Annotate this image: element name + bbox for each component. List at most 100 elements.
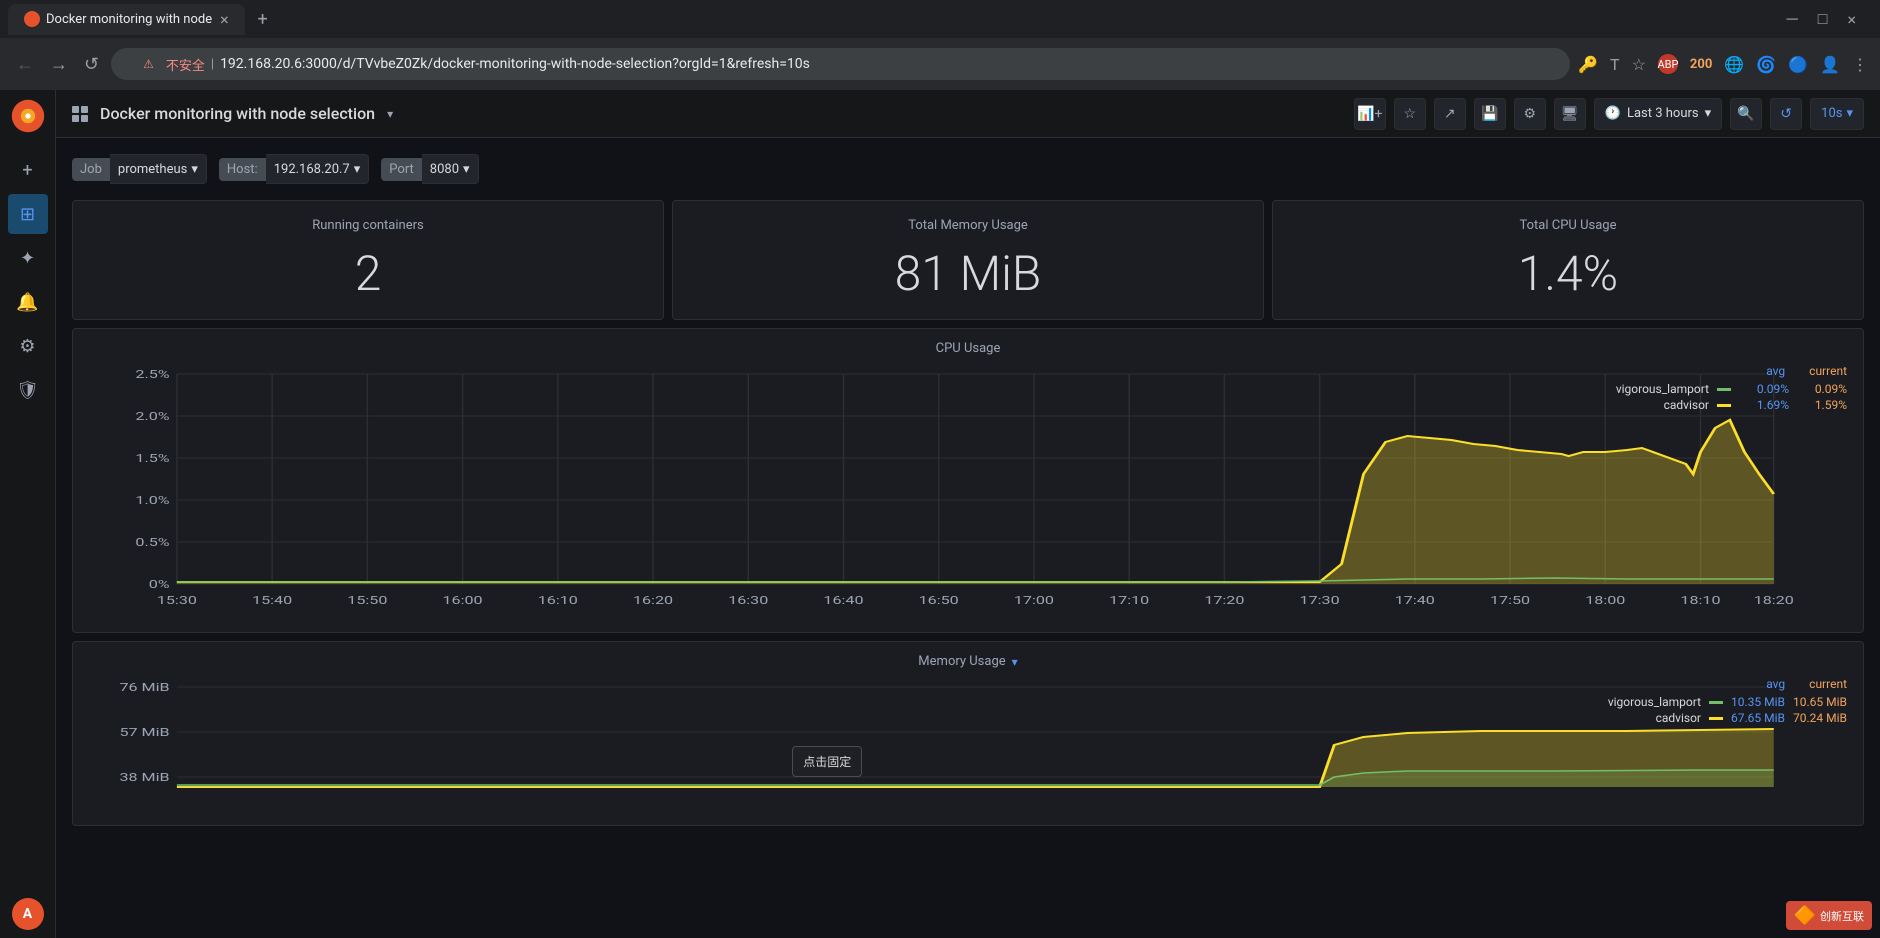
job-select[interactable]: prometheus ▾ xyxy=(110,154,207,184)
shield-icon: 🛡 xyxy=(16,380,39,401)
refresh-icon: ↺ xyxy=(1780,106,1792,122)
bell-icon: 🔔 xyxy=(16,292,38,313)
explore-icon: ✦ xyxy=(20,248,35,269)
add-panel-icon: 📊+ xyxy=(1357,106,1382,122)
adblock-icon[interactable]: ABP xyxy=(1658,54,1678,74)
cpu-chart-container: 2.5% 2.0% 1.5% 1.0% 0.5% 0% 15:30 15:40 … xyxy=(89,364,1847,624)
memory-legend-avg-cadvisor: 67.65 MiB xyxy=(1731,711,1785,725)
settings-button[interactable]: ⚙ xyxy=(1514,98,1546,130)
legend-avg-vigorous: 0.09% xyxy=(1739,382,1789,396)
extension-icon-2[interactable]: 🌀 xyxy=(1756,55,1776,74)
reload-button[interactable]: ↺ xyxy=(80,50,103,79)
grafana-app: + ⊞ ✦ 🔔 ⚙ 🛡 A xyxy=(0,90,1880,938)
svg-text:16:30: 16:30 xyxy=(728,594,768,607)
cpu-usage-panel: Total CPU Usage 1.4% xyxy=(1272,200,1864,320)
svg-text:1.5%: 1.5% xyxy=(135,452,169,465)
svg-text:17:20: 17:20 xyxy=(1204,594,1244,607)
search-button[interactable]: 🔍 xyxy=(1730,98,1762,130)
memory-legend-row-cadvisor: cadvisor 67.65 MiB 70.24 MiB xyxy=(1581,711,1847,725)
variable-bar: Job prometheus ▾ Host: 192.168.20.7 ▾ Po… xyxy=(72,146,1864,192)
translate-icon[interactable]: T xyxy=(1610,55,1620,74)
sidebar-item-shield[interactable]: 🛡 xyxy=(8,370,48,410)
dashboard-dropdown-arrow[interactable]: ▾ xyxy=(387,107,393,121)
legend-name-cadvisor: cadvisor xyxy=(1589,398,1709,412)
refresh-icon-button[interactable]: ↺ xyxy=(1770,98,1802,130)
grafana-logo[interactable] xyxy=(10,98,46,134)
new-tab-button[interactable]: + xyxy=(249,5,277,33)
svg-text:2.0%: 2.0% xyxy=(135,410,169,423)
extension-icon-3[interactable]: 🔵 xyxy=(1788,55,1808,74)
extension-icon-1[interactable]: 🌐 xyxy=(1724,55,1744,74)
host-dropdown-arrow: ▾ xyxy=(354,162,361,177)
sidebar-item-dashboard[interactable]: ⊞ xyxy=(8,194,48,234)
running-containers-title: Running containers xyxy=(312,218,423,233)
host-select[interactable]: 192.168.20.7 ▾ xyxy=(266,154,370,184)
top-bar-left: Docker monitoring with node selection ▾ xyxy=(72,104,393,123)
cpu-usage-value: 1.4% xyxy=(1518,245,1618,302)
svg-text:0.5%: 0.5% xyxy=(135,536,169,549)
refresh-interval-arrow: ▾ xyxy=(1846,106,1853,121)
password-icon[interactable]: 🔑 xyxy=(1578,55,1598,74)
maximize-button[interactable]: □ xyxy=(1818,9,1828,29)
svg-text:16:50: 16:50 xyxy=(919,594,959,607)
top-bar: Docker monitoring with node selection ▾ … xyxy=(56,90,1880,138)
save-button[interactable]: 💾 xyxy=(1474,98,1506,130)
memory-legend-name-cadvisor: cadvisor xyxy=(1581,711,1701,725)
sidebar-item-add[interactable]: + xyxy=(8,150,48,190)
port-select[interactable]: 8080 ▾ xyxy=(422,154,479,184)
back-button[interactable]: ← xyxy=(12,50,38,79)
svg-text:17:10: 17:10 xyxy=(1109,594,1149,607)
close-button[interactable]: × xyxy=(1847,10,1856,29)
star-icon: ☆ xyxy=(1403,106,1416,122)
memory-legend-header: avg current xyxy=(1581,677,1847,691)
memory-chart-dropdown[interactable]: ▾ xyxy=(1012,655,1018,669)
time-range-label: Last 3 hours xyxy=(1627,106,1699,121)
tab-favicon xyxy=(24,11,40,27)
profile-icon[interactable]: 👤 xyxy=(1820,55,1840,74)
memory-usage-panel: Total Memory Usage 81 MiB xyxy=(672,200,1264,320)
refresh-interval-label: 10s xyxy=(1821,106,1842,121)
svg-text:18:20: 18:20 xyxy=(1754,594,1794,607)
clock-icon: 🕐 xyxy=(1605,106,1621,121)
svg-text:17:40: 17:40 xyxy=(1395,594,1435,607)
monitor-button[interactable]: 🖥 xyxy=(1554,98,1586,130)
cpu-chart-panel: CPU Usage xyxy=(72,328,1864,633)
active-tab[interactable]: Docker monitoring with node × xyxy=(8,4,245,35)
memory-legend-current-label: current xyxy=(1809,677,1847,691)
main-content: Docker monitoring with node selection ▾ … xyxy=(56,90,1880,938)
tab-title: Docker monitoring with node xyxy=(46,12,212,27)
legend-color-vigorous xyxy=(1717,388,1731,391)
sidebar-item-alerting[interactable]: 🔔 xyxy=(8,282,48,322)
svg-text:17:00: 17:00 xyxy=(1014,594,1054,607)
add-panel-button[interactable]: 📊+ xyxy=(1354,98,1386,130)
legend-avg-cadvisor: 1.69% xyxy=(1739,398,1789,412)
bookmark-icon[interactable]: ☆ xyxy=(1632,55,1646,74)
tab-close-button[interactable]: × xyxy=(220,10,229,29)
svg-text:76 MiB: 76 MiB xyxy=(119,681,169,694)
cpu-usage-title: Total CPU Usage xyxy=(1520,218,1617,233)
job-value: prometheus xyxy=(118,162,187,177)
cpu-chart-legend: avg current vigorous_lamport 0.09% 0.09%… xyxy=(1589,364,1847,414)
address-input[interactable]: ⚠ 不安全 | 192.168.20.6:3000/d/TVvbeZ0Zk/do… xyxy=(111,48,1570,80)
top-bar-right: 📊+ ☆ ↗ 💾 ⚙ 🖥 🕐 Las xyxy=(1354,98,1864,130)
user-avatar[interactable]: A xyxy=(12,898,44,930)
dashboard-icon: ⊞ xyxy=(20,204,35,225)
watermark: 🔶 创新互联 xyxy=(1786,901,1872,930)
minimize-button[interactable]: ─ xyxy=(1786,9,1797,29)
job-label: Job xyxy=(72,158,110,181)
menu-icon[interactable]: ⋮ xyxy=(1852,55,1868,74)
svg-text:57 MiB: 57 MiB xyxy=(119,726,169,739)
memory-legend-name-vigorous: vigorous_lamport xyxy=(1581,695,1701,709)
memory-legend-avg-vigorous: 10.35 MiB xyxy=(1731,695,1785,709)
memory-chart-title-row: Memory Usage ▾ xyxy=(89,654,1847,669)
svg-text:1.0%: 1.0% xyxy=(135,494,169,507)
forward-button[interactable]: → xyxy=(46,50,72,79)
time-range-button[interactable]: 🕐 Last 3 hours ▾ xyxy=(1594,98,1722,130)
legend-name-vigorous: vigorous_lamport xyxy=(1589,382,1709,396)
tab-bar: Docker monitoring with node × + ─ □ × xyxy=(0,0,1880,38)
star-button[interactable]: ☆ xyxy=(1394,98,1426,130)
refresh-interval-button[interactable]: 10s ▾ xyxy=(1810,98,1864,130)
share-button[interactable]: ↗ xyxy=(1434,98,1466,130)
sidebar-item-config[interactable]: ⚙ xyxy=(8,326,48,366)
sidebar-item-explore[interactable]: ✦ xyxy=(8,238,48,278)
